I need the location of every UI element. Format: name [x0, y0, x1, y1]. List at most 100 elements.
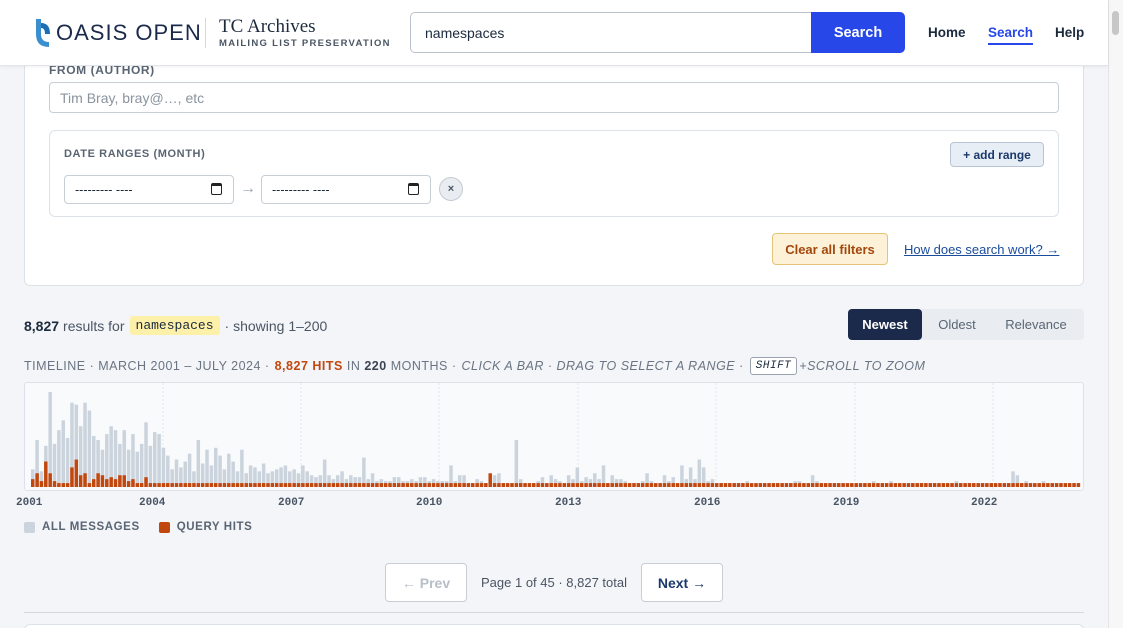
bar-query-hits[interactable] — [889, 483, 893, 487]
bar-query-hits[interactable] — [701, 483, 706, 487]
bar-query-hits[interactable] — [122, 475, 126, 487]
bar-query-hits[interactable] — [457, 483, 462, 487]
bar-query-hits[interactable] — [301, 483, 305, 487]
bar-query-hits[interactable] — [205, 483, 209, 487]
bar-query-hits[interactable] — [131, 479, 135, 487]
bar-query-hits[interactable] — [989, 483, 993, 487]
bar-query-hits[interactable] — [680, 483, 684, 487]
bar-query-hits[interactable] — [87, 483, 92, 487]
bar-query-hits[interactable] — [427, 483, 431, 487]
bar-query-hits[interactable] — [980, 483, 985, 487]
bar-query-hits[interactable] — [876, 483, 880, 487]
bar-query-hits[interactable] — [837, 483, 841, 487]
bar-query-hits[interactable] — [392, 483, 397, 487]
bar-query-hits[interactable] — [601, 483, 606, 487]
bar-query-hits[interactable] — [92, 479, 96, 487]
bar-query-hits[interactable] — [610, 483, 614, 487]
bar-query-hits[interactable] — [854, 483, 858, 487]
bar-all-messages[interactable] — [227, 453, 231, 487]
bar-query-hits[interactable] — [906, 483, 911, 487]
bar-all-messages[interactable] — [187, 453, 192, 487]
bar-query-hits[interactable] — [828, 483, 832, 487]
bar-all-messages[interactable] — [65, 438, 70, 487]
bar-query-hits[interactable] — [414, 483, 418, 487]
bar-query-hits[interactable] — [658, 483, 662, 487]
bar-query-hits[interactable] — [305, 483, 309, 487]
bar-query-hits[interactable] — [135, 483, 140, 487]
bar-query-hits[interactable] — [941, 483, 946, 487]
bar-all-messages[interactable] — [87, 410, 92, 487]
bar-query-hits[interactable] — [266, 483, 270, 487]
bar-query-hits[interactable] — [741, 483, 745, 487]
bar-query-hits[interactable] — [209, 483, 214, 487]
search-button[interactable]: Search — [811, 12, 905, 53]
bar-query-hits[interactable] — [309, 483, 314, 487]
bar-query-hits[interactable] — [845, 483, 850, 487]
bar-query-hits[interactable] — [183, 483, 187, 487]
remove-range-button[interactable]: × — [439, 177, 463, 201]
bar-query-hits[interactable] — [61, 483, 65, 487]
bar-query-hits[interactable] — [1011, 483, 1015, 487]
bar-query-hits[interactable] — [449, 483, 453, 487]
bar-query-hits[interactable] — [1041, 483, 1046, 487]
bar-query-hits[interactable] — [823, 483, 828, 487]
bar-query-hits[interactable] — [340, 483, 344, 487]
bar-all-messages[interactable] — [57, 430, 61, 487]
bar-query-hits[interactable] — [536, 483, 540, 487]
prev-page-button[interactable]: ← Prev — [385, 563, 467, 602]
bar-query-hits[interactable] — [623, 483, 628, 487]
bar-query-hits[interactable] — [113, 479, 118, 487]
bar-all-messages[interactable] — [213, 447, 218, 487]
bar-all-messages[interactable] — [322, 459, 327, 487]
bar-query-hits[interactable] — [501, 483, 506, 487]
bar-query-hits[interactable] — [52, 481, 57, 487]
bar-query-hits[interactable] — [170, 483, 174, 487]
bar-query-hits[interactable] — [793, 483, 797, 487]
bar-all-messages[interactable] — [166, 455, 170, 487]
bar-query-hits[interactable] — [706, 483, 710, 487]
bar-query-hits[interactable] — [383, 483, 388, 487]
bar-all-messages[interactable] — [157, 434, 161, 487]
bar-query-hits[interactable] — [867, 483, 871, 487]
bar-query-hits[interactable] — [231, 483, 235, 487]
bar-query-hits[interactable] — [619, 483, 623, 487]
bar-query-hits[interactable] — [213, 483, 218, 487]
bar-query-hits[interactable] — [270, 483, 275, 487]
bar-query-hits[interactable] — [100, 475, 105, 487]
bar-query-hits[interactable] — [937, 483, 941, 487]
bar-query-hits[interactable] — [532, 483, 536, 487]
bar-query-hits[interactable] — [1033, 483, 1037, 487]
bar-query-hits[interactable] — [593, 483, 597, 487]
bar-query-hits[interactable] — [924, 483, 928, 487]
bar-query-hits[interactable] — [405, 483, 410, 487]
bar-query-hits[interactable] — [179, 483, 183, 487]
bar-query-hits[interactable] — [749, 483, 754, 487]
page-scrollbar[interactable] — [1108, 0, 1123, 628]
bar-query-hits[interactable] — [174, 483, 179, 487]
bar-query-hits[interactable] — [614, 483, 619, 487]
bar-query-hits[interactable] — [736, 483, 741, 487]
author-input[interactable]: Tim Bray, bray@…, etc — [49, 82, 1059, 113]
bar-query-hits[interactable] — [327, 483, 331, 487]
bar-all-messages[interactable] — [161, 447, 166, 487]
bar-query-hits[interactable] — [423, 483, 427, 487]
bar-query-hits[interactable] — [632, 483, 636, 487]
bar-query-hits[interactable] — [963, 483, 967, 487]
bar-query-hits[interactable] — [44, 461, 48, 487]
bar-query-hits[interactable] — [39, 481, 44, 487]
bar-query-hits[interactable] — [972, 483, 976, 487]
bar-query-hits[interactable] — [919, 483, 924, 487]
bar-query-hits[interactable] — [257, 483, 262, 487]
bar-query-hits[interactable] — [83, 473, 87, 487]
bar-query-hits[interactable] — [523, 483, 527, 487]
bar-query-hits[interactable] — [806, 483, 811, 487]
bar-query-hits[interactable] — [802, 483, 806, 487]
bar-query-hits[interactable] — [998, 483, 1002, 487]
bar-query-hits[interactable] — [549, 483, 553, 487]
bar-query-hits[interactable] — [976, 483, 980, 487]
bar-query-hits[interactable] — [950, 483, 954, 487]
bar-query-hits[interactable] — [283, 483, 288, 487]
bar-query-hits[interactable] — [48, 473, 52, 487]
bar-query-hits[interactable] — [244, 483, 248, 487]
bar-query-hits[interactable] — [880, 483, 885, 487]
